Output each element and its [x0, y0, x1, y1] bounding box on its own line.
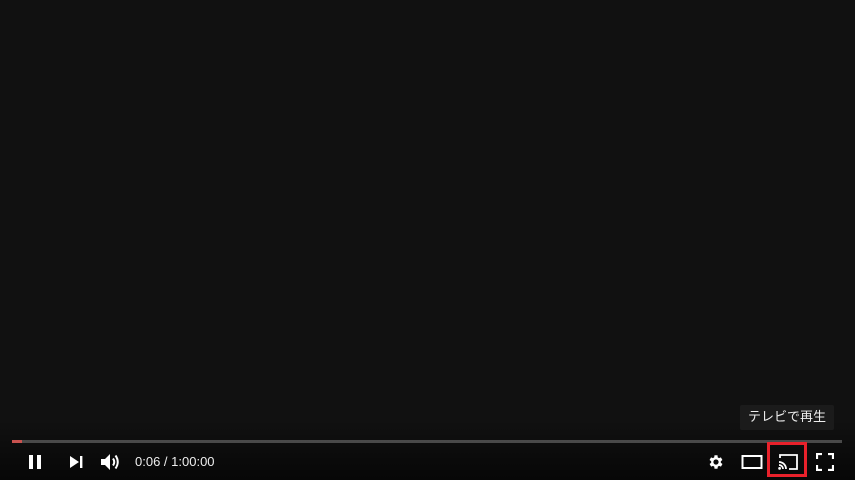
- cast-tooltip: テレビで再生: [740, 405, 835, 430]
- current-time: 0:06: [135, 454, 161, 469]
- theater-mode-button[interactable]: [739, 444, 765, 480]
- gear-icon: [709, 455, 723, 469]
- theater-mode-icon: [741, 455, 763, 469]
- volume-icon: [101, 454, 119, 470]
- time-display: 0:06 / 1:00:00: [135, 444, 215, 480]
- progress-bar[interactable]: [12, 440, 842, 443]
- time-separator: /: [160, 454, 172, 469]
- volume-button[interactable]: [98, 444, 124, 480]
- video-area[interactable]: [0, 0, 855, 440]
- settings-button[interactable]: [703, 444, 729, 480]
- duration: 1:00:00: [171, 454, 215, 469]
- control-bar: 0:06 / 1:00:00: [0, 444, 855, 480]
- pause-icon: [29, 455, 41, 469]
- next-button[interactable]: [62, 444, 90, 480]
- cast-icon: [778, 454, 798, 470]
- video-player[interactable]: テレビで再生 0:06 / 1:00:00: [0, 0, 855, 480]
- next-icon: [70, 456, 83, 468]
- pause-button[interactable]: [20, 444, 50, 480]
- fullscreen-icon: [816, 453, 834, 471]
- cast-button[interactable]: [773, 444, 803, 480]
- progress-played: [12, 440, 22, 443]
- fullscreen-button[interactable]: [812, 444, 838, 480]
